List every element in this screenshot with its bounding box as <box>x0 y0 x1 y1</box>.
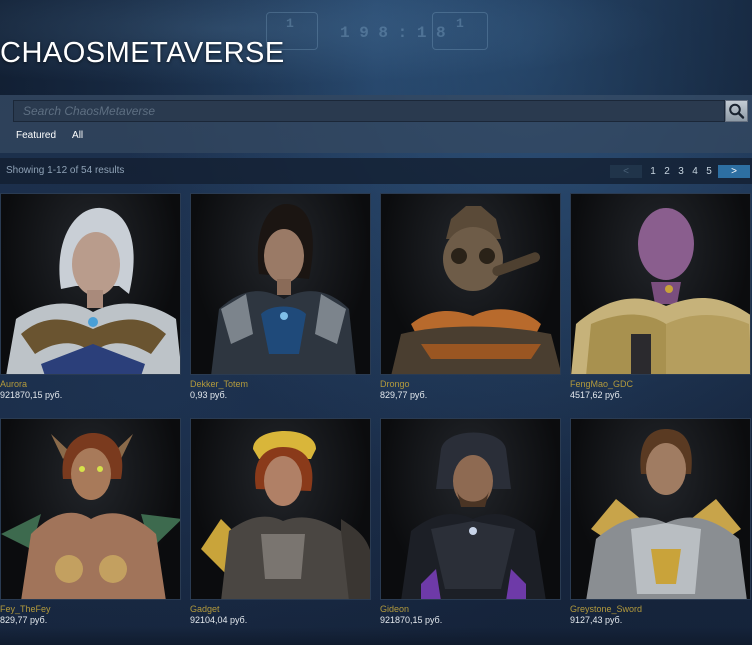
item-price: 0,93 руб. <box>190 390 228 400</box>
item-price: 92104,04 руб. <box>190 615 248 625</box>
item-price: 829,77 руб. <box>0 615 48 625</box>
item-name[interactable]: Greystone_Sword <box>570 604 752 615</box>
item-name[interactable]: Gadget <box>190 604 372 615</box>
item-name[interactable]: FengMao_GDC <box>570 379 752 390</box>
item-price: 829,77 руб. <box>380 390 428 400</box>
pagination-page-4[interactable]: 4 <box>688 165 702 178</box>
search-input[interactable] <box>13 100 725 122</box>
item-thumbnail <box>190 418 371 600</box>
item-thumbnail <box>0 418 181 600</box>
pagination-page-5[interactable]: 5 <box>702 165 716 178</box>
character-portrait-image <box>401 432 546 599</box>
search-bar: Featured All <box>0 95 752 153</box>
bottom-fade <box>0 627 752 645</box>
item-card[interactable]: Dekker_Totem 0,93 руб. <box>190 193 372 401</box>
results-bar: Showing 1-12 of 54 results < 1 2 3 4 5 > <box>0 158 752 184</box>
results-count: Showing 1-12 of 54 results <box>6 165 125 176</box>
item-price: 4517,62 руб. <box>570 390 623 400</box>
pagination-page-2[interactable]: 2 <box>660 165 674 178</box>
hud-decoration: 1 9 8 : 1 8 <box>340 24 446 42</box>
item-name[interactable]: Aurora <box>0 379 182 390</box>
pagination-page-3[interactable]: 3 <box>674 165 688 178</box>
character-portrait-image <box>211 204 356 374</box>
pagination-next-button[interactable]: > <box>718 164 750 178</box>
pagination-prev-button[interactable]: < <box>610 164 642 178</box>
character-portrait-image <box>6 207 180 374</box>
item-card[interactable]: Gadget 92104,04 руб. <box>190 418 372 626</box>
item-card[interactable]: Greystone_Sword 9127,43 руб. <box>570 418 752 626</box>
tab-featured[interactable]: Featured <box>16 130 56 141</box>
store-page: 1 9 8 : 1 8 1 1 CHAOSMETAVERSE Featured … <box>0 0 752 645</box>
item-thumbnail <box>0 193 181 375</box>
pagination-page-1[interactable]: 1 <box>646 165 660 178</box>
item-thumbnail <box>570 193 751 375</box>
item-thumbnail <box>570 418 751 600</box>
hud-decoration: 1 <box>456 16 464 31</box>
item-name[interactable]: Fey_TheFey <box>0 604 182 615</box>
tab-all[interactable]: All <box>72 130 83 141</box>
search-icon <box>729 103 745 119</box>
item-card[interactable]: Drongo 829,77 руб. <box>380 193 562 401</box>
item-card[interactable]: Aurora 921870,15 руб. <box>0 193 182 401</box>
search-button[interactable] <box>725 100 748 122</box>
item-thumbnail <box>380 418 561 600</box>
filter-tabs: Featured All <box>16 130 83 141</box>
item-price: 9127,43 руб. <box>570 615 623 625</box>
item-name[interactable]: Dekker_Totem <box>190 379 372 390</box>
hud-decoration: 1 <box>286 16 294 31</box>
pagination: < 1 2 3 4 5 > <box>610 164 750 178</box>
character-portrait-image <box>391 206 560 374</box>
item-name[interactable]: Drongo <box>380 379 562 390</box>
item-card[interactable]: Fey_TheFey 829,77 руб. <box>0 418 182 626</box>
item-thumbnail <box>190 193 371 375</box>
character-portrait-image <box>1 433 180 599</box>
item-price: 921870,15 руб. <box>380 615 443 625</box>
character-portrait-image <box>571 208 750 374</box>
item-card[interactable]: FengMao_GDC 4517,62 руб. <box>570 193 752 401</box>
item-card[interactable]: Gideon 921870,15 руб. <box>380 418 562 626</box>
page-title: CHAOSMETAVERSE <box>0 37 285 69</box>
item-thumbnail <box>380 193 561 375</box>
item-name[interactable]: Gideon <box>380 604 562 615</box>
character-portrait-image <box>586 429 747 599</box>
item-price: 921870,15 руб. <box>0 390 63 400</box>
character-portrait-image <box>201 431 370 599</box>
